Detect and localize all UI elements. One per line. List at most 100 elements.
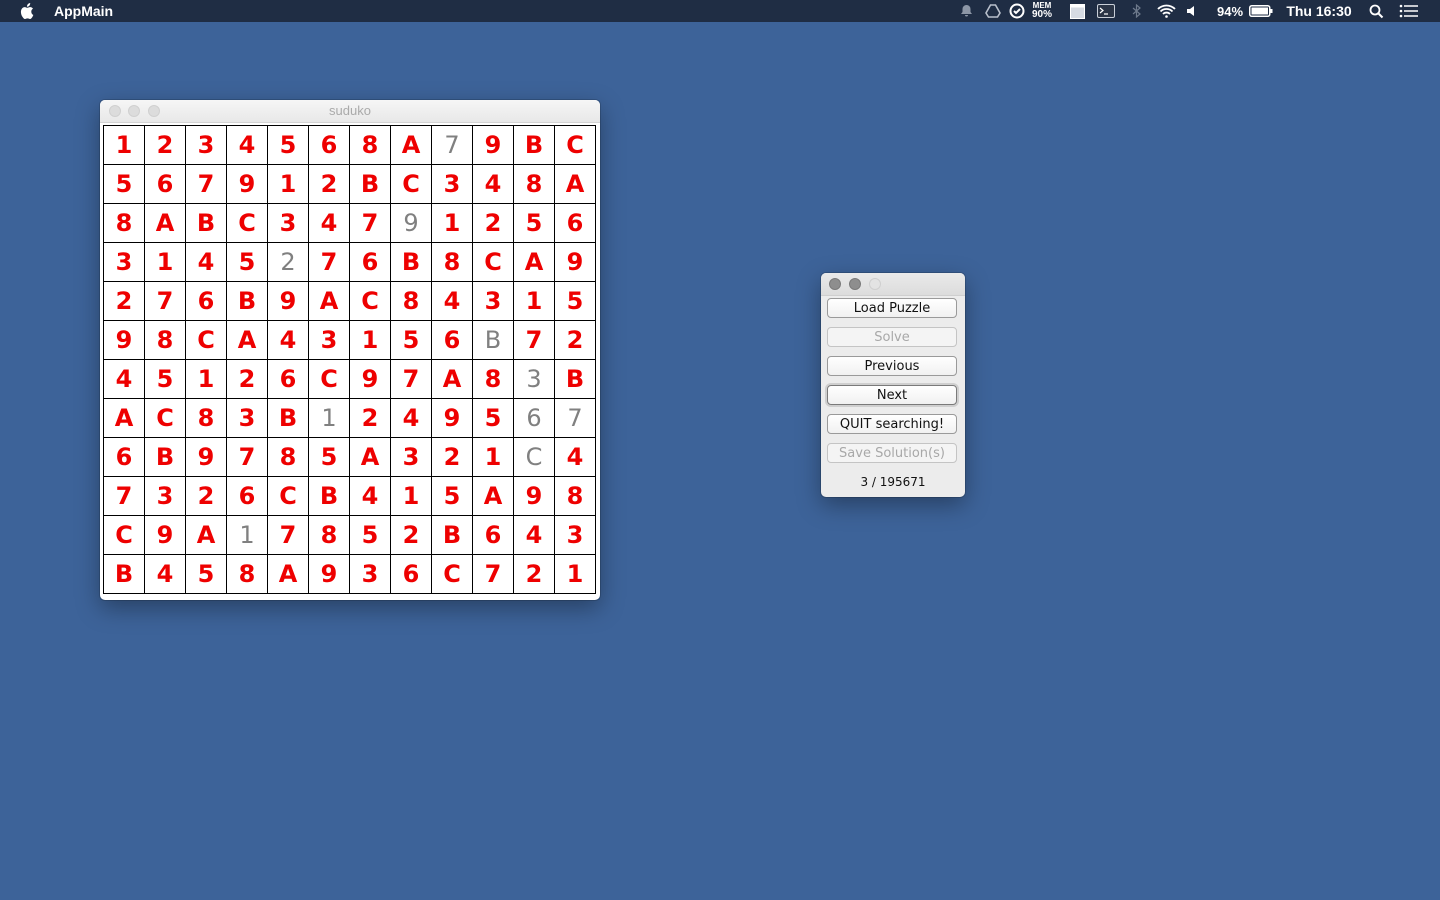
- sudoku-cell[interactable]: 3: [186, 126, 226, 164]
- sudoku-cell[interactable]: 1: [350, 321, 390, 359]
- sudoku-cell[interactable]: 4: [514, 516, 554, 554]
- sudoku-cell[interactable]: 2: [473, 204, 513, 242]
- sudoku-cell[interactable]: 5: [145, 360, 185, 398]
- mem-monitor-icon[interactable]: [1007, 0, 1027, 22]
- sudoku-cell[interactable]: C: [391, 165, 431, 203]
- sudoku-cell[interactable]: 2: [145, 126, 185, 164]
- sudoku-cell[interactable]: 5: [350, 516, 390, 554]
- sudoku-cell[interactable]: A: [145, 204, 185, 242]
- sudoku-cell[interactable]: B: [555, 360, 595, 398]
- sudoku-cell[interactable]: A: [432, 360, 472, 398]
- sudoku-cell[interactable]: 9: [555, 243, 595, 281]
- sudoku-cell[interactable]: 5: [268, 126, 308, 164]
- sudoku-cell[interactable]: 7: [104, 477, 144, 515]
- sudoku-cell[interactable]: 2: [555, 321, 595, 359]
- sudoku-cell[interactable]: 4: [227, 126, 267, 164]
- minimize-window-button[interactable]: [849, 278, 861, 290]
- sudoku-cell[interactable]: 2: [268, 243, 308, 281]
- sudoku-cell[interactable]: 1: [555, 555, 595, 593]
- sudoku-cell[interactable]: 6: [268, 360, 308, 398]
- sudoku-cell[interactable]: 7: [227, 438, 267, 476]
- sudoku-cell[interactable]: 6: [555, 204, 595, 242]
- sudoku-cell[interactable]: 3: [514, 360, 554, 398]
- app-window-icon[interactable]: [1068, 0, 1086, 22]
- sudoku-cell[interactable]: 8: [350, 126, 390, 164]
- sudoku-cell[interactable]: 7: [432, 126, 472, 164]
- sudoku-cell[interactable]: 7: [473, 555, 513, 593]
- sudoku-cell[interactable]: 9: [104, 321, 144, 359]
- sudoku-cell[interactable]: 3: [227, 399, 267, 437]
- sudoku-cell[interactable]: 5: [309, 438, 349, 476]
- sudoku-cell[interactable]: 6: [309, 126, 349, 164]
- terminal-icon[interactable]: [1096, 0, 1116, 22]
- sudoku-cell[interactable]: 2: [350, 399, 390, 437]
- sudoku-cell[interactable]: 3: [268, 204, 308, 242]
- sudoku-cell[interactable]: B: [473, 321, 513, 359]
- sudoku-cell[interactable]: C: [309, 360, 349, 398]
- sudoku-cell[interactable]: 4: [145, 555, 185, 593]
- sudoku-cell[interactable]: 7: [391, 360, 431, 398]
- sudoku-cell[interactable]: C: [350, 282, 390, 320]
- load-puzzle-button[interactable]: Load Puzzle: [827, 298, 957, 318]
- sudoku-cell[interactable]: 7: [350, 204, 390, 242]
- battery-percent[interactable]: 94%: [1213, 0, 1247, 22]
- sudoku-cell[interactable]: B: [268, 399, 308, 437]
- sudoku-cell[interactable]: 4: [473, 165, 513, 203]
- sudoku-cell[interactable]: 4: [268, 321, 308, 359]
- sudoku-cell[interactable]: 9: [268, 282, 308, 320]
- sudoku-cell[interactable]: 7: [514, 321, 554, 359]
- sudoku-cell[interactable]: 5: [391, 321, 431, 359]
- bluetooth-icon[interactable]: [1128, 0, 1144, 22]
- sudoku-window-titlebar[interactable]: suduko: [100, 100, 600, 123]
- save-solutions-button[interactable]: Save Solution(s): [827, 443, 957, 463]
- sudoku-cell[interactable]: 5: [514, 204, 554, 242]
- sudoku-cell[interactable]: 5: [432, 477, 472, 515]
- sudoku-cell[interactable]: B: [309, 477, 349, 515]
- sudoku-cell[interactable]: 3: [145, 477, 185, 515]
- sudoku-cell[interactable]: A: [268, 555, 308, 593]
- sudoku-cell[interactable]: B: [145, 438, 185, 476]
- sudoku-cell[interactable]: 8: [432, 243, 472, 281]
- sudoku-cell[interactable]: 1: [104, 126, 144, 164]
- zoom-window-button[interactable]: [869, 278, 881, 290]
- sudoku-cell[interactable]: 3: [432, 165, 472, 203]
- sudoku-cell[interactable]: 9: [227, 165, 267, 203]
- sudoku-cell[interactable]: 8: [186, 399, 226, 437]
- sudoku-cell[interactable]: 1: [268, 165, 308, 203]
- sudoku-cell[interactable]: 4: [309, 204, 349, 242]
- sudoku-cell[interactable]: 1: [391, 477, 431, 515]
- sudoku-cell[interactable]: A: [104, 399, 144, 437]
- sudoku-cell[interactable]: 7: [186, 165, 226, 203]
- sudoku-cell[interactable]: 1: [309, 399, 349, 437]
- sudoku-cell[interactable]: B: [432, 516, 472, 554]
- apple-icon[interactable]: [20, 2, 36, 20]
- sudoku-cell[interactable]: 1: [514, 282, 554, 320]
- sudoku-cell[interactable]: 3: [309, 321, 349, 359]
- sudoku-cell[interactable]: C: [268, 477, 308, 515]
- sudoku-cell[interactable]: 6: [104, 438, 144, 476]
- control-window-titlebar[interactable]: [821, 273, 965, 296]
- sudoku-cell[interactable]: 2: [309, 165, 349, 203]
- sudoku-cell[interactable]: B: [227, 282, 267, 320]
- sudoku-cell[interactable]: C: [432, 555, 472, 593]
- close-window-button[interactable]: [829, 278, 841, 290]
- sudoku-cell[interactable]: 5: [555, 282, 595, 320]
- sudoku-cell[interactable]: B: [391, 243, 431, 281]
- sudoku-cell[interactable]: A: [473, 477, 513, 515]
- sudoku-cell[interactable]: 4: [555, 438, 595, 476]
- sudoku-cell[interactable]: 2: [432, 438, 472, 476]
- sudoku-cell[interactable]: 5: [186, 555, 226, 593]
- previous-button[interactable]: Previous: [827, 356, 957, 376]
- sudoku-cell[interactable]: 9: [514, 477, 554, 515]
- sudoku-cell[interactable]: 1: [227, 516, 267, 554]
- sudoku-cell[interactable]: 4: [391, 399, 431, 437]
- sudoku-cell[interactable]: C: [186, 321, 226, 359]
- sudoku-cell[interactable]: 3: [104, 243, 144, 281]
- sudoku-cell[interactable]: 6: [432, 321, 472, 359]
- sudoku-cell[interactable]: 8: [473, 360, 513, 398]
- sudoku-cell[interactable]: 4: [350, 477, 390, 515]
- sudoku-cell[interactable]: 1: [432, 204, 472, 242]
- sudoku-cell[interactable]: 8: [391, 282, 431, 320]
- app-menu-name[interactable]: AppMain: [54, 3, 113, 19]
- sudoku-cell[interactable]: 7: [145, 282, 185, 320]
